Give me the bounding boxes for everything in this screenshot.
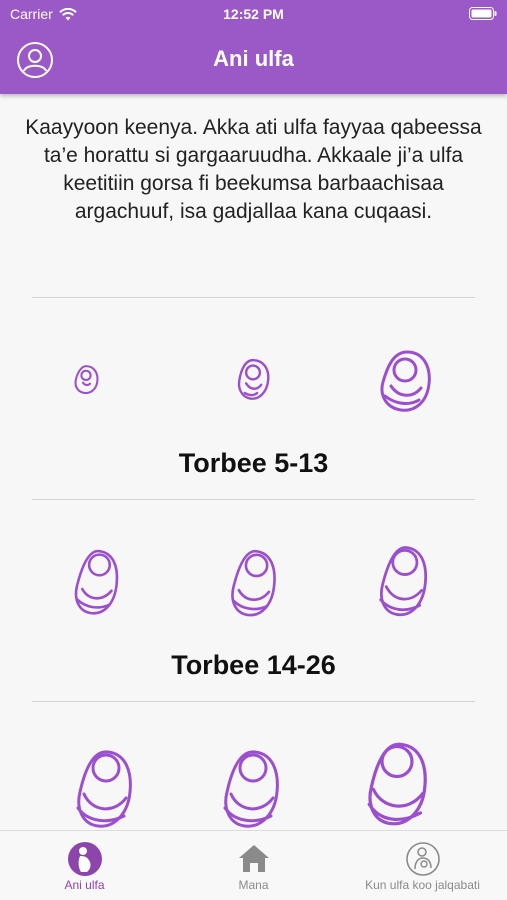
page-title: Ani ulfa — [213, 46, 294, 71]
status-time: 12:52 PM — [223, 6, 284, 22]
tab-kun-ulfa-koo-jalqabati[interactable]: Kun ulfa koo jalqabati — [338, 831, 507, 900]
main-content: Kaayyoon keenya. Akka ati ulfa fayyaa qa… — [0, 94, 507, 830]
tab-bar: Ani ulfa Mana Kun ulfa koo jalqabati — [0, 830, 507, 900]
tab-ani-ulfa[interactable]: Ani ulfa — [0, 831, 169, 900]
pregnant-woman-icon — [67, 842, 102, 876]
tab-mana-label: Mana — [238, 878, 269, 892]
fetus-week-33-icon[interactable] — [218, 746, 284, 830]
section-divider — [32, 701, 475, 702]
battery-icon — [469, 7, 497, 23]
fetus-week-20-icon[interactable] — [226, 546, 280, 622]
fetus-week-9-icon[interactable] — [232, 356, 274, 404]
status-bar: Carrier 12:52 PM — [0, 0, 507, 28]
fetus-week-27-icon[interactable] — [72, 746, 136, 830]
intro-text: Kaayyoon keenya. Akka ati ulfa fayyaa qa… — [25, 116, 482, 223]
home-icon — [238, 845, 269, 872]
fetus-week-5-icon[interactable] — [70, 362, 102, 398]
section-divider — [32, 499, 475, 500]
trimester-2-label[interactable]: Torbee 14-26 — [0, 650, 507, 681]
tab-ani-ulfa-label: Ani ulfa — [64, 878, 105, 892]
fetus-week-40-icon[interactable] — [360, 738, 434, 830]
app-header: Carrier 12:52 PM Ani ulfa — [0, 0, 507, 94]
trimester-1-label[interactable]: Torbee 5-13 — [0, 448, 507, 479]
navigation-bar: Ani ulfa — [0, 28, 507, 94]
fetus-week-14-icon[interactable] — [70, 546, 122, 620]
tab-kun-ulfa-label: Kun ulfa koo jalqabati — [365, 878, 480, 892]
fetus-week-26-icon[interactable] — [372, 542, 434, 622]
tab-mana[interactable]: Mana — [169, 831, 338, 900]
mother-baby-icon — [405, 842, 440, 876]
fetus-week-13-icon[interactable] — [374, 346, 436, 416]
section-divider — [32, 297, 475, 298]
